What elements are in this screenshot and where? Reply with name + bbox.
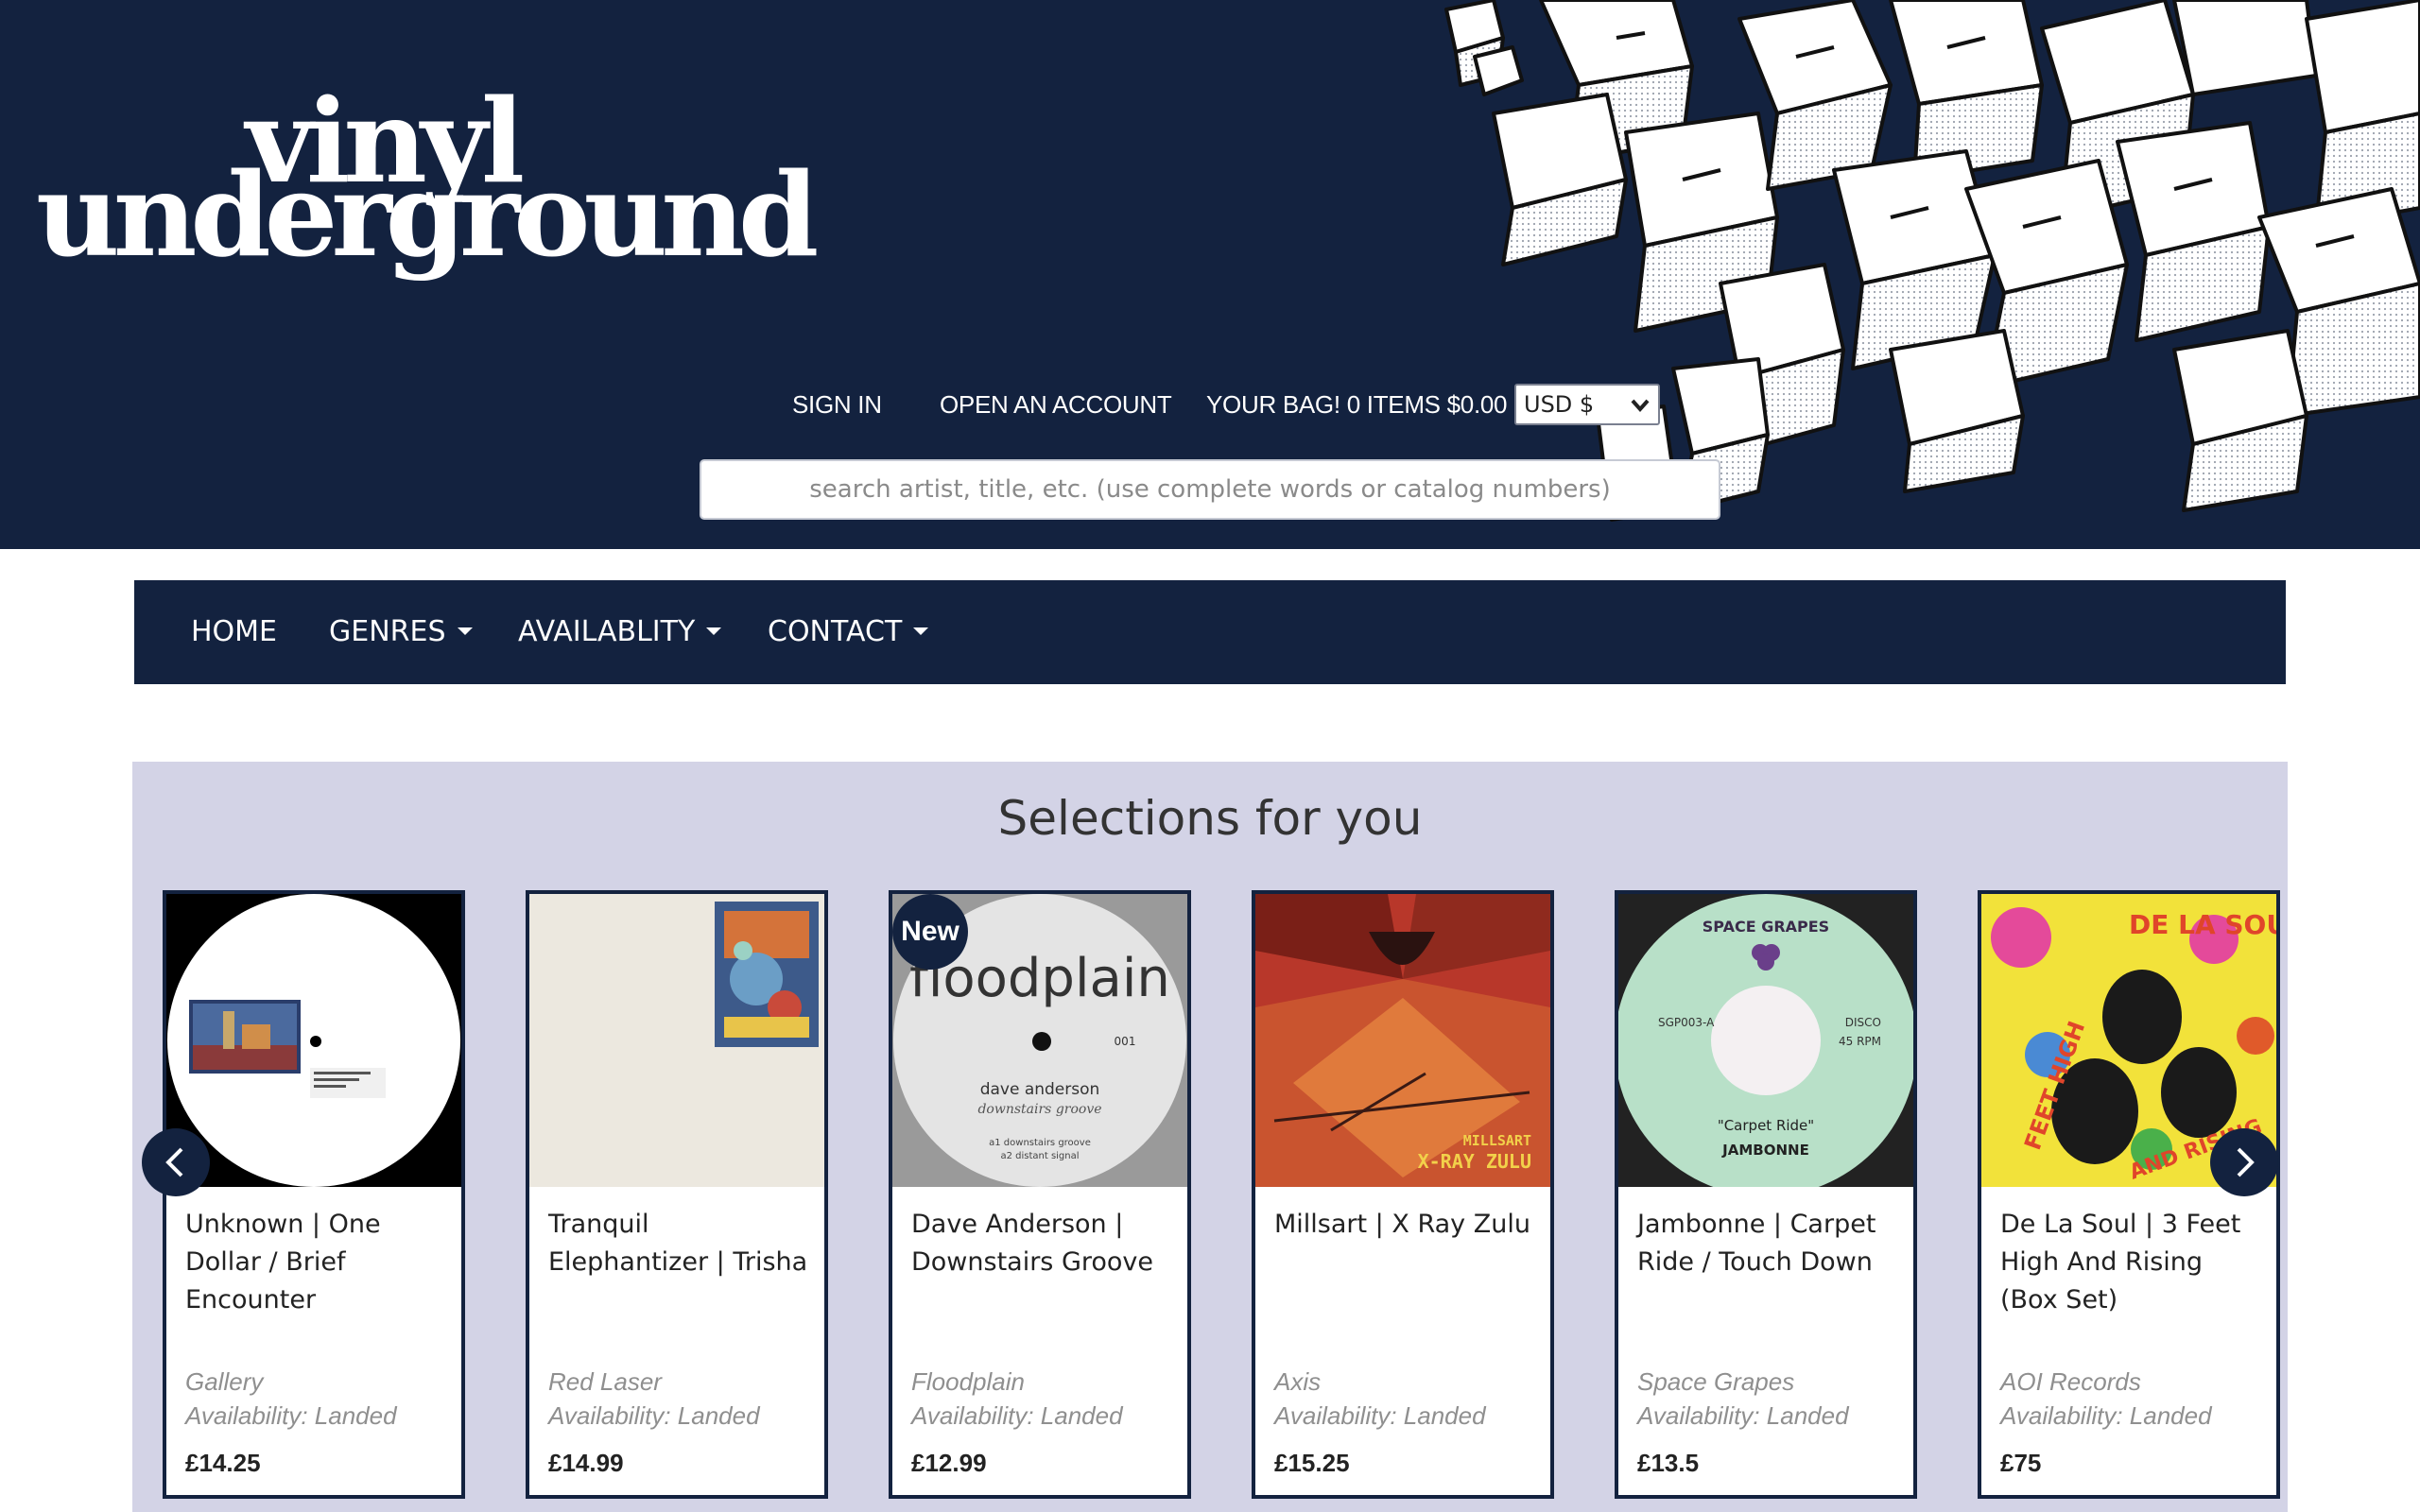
caret-down-icon: [457, 627, 473, 635]
product-title: Dave Anderson | Downstairs Groove: [911, 1210, 1154, 1277]
product-label: Space Grapes: [1637, 1367, 1795, 1396]
bag-link[interactable]: YOUR BAG! 0 ITEMS $0.00: [1206, 384, 1508, 425]
product-availability: Availability: Landed: [1274, 1401, 1486, 1430]
jambonne-disco: DISCO: [1845, 1016, 1881, 1029]
logo-word-underground: underground: [36, 146, 819, 283]
product-title: De La Soul | 3 Feet High And Rising (Box…: [2000, 1210, 2241, 1314]
millsart-text: MILLSART: [1463, 1132, 1531, 1149]
product-card[interactable]: MILLSART X-RAY ZULU Millsart | X Ray Zul…: [1252, 890, 1554, 1499]
jambonne-rpm: 45 RPM: [1839, 1035, 1881, 1048]
caret-down-icon: [913, 627, 929, 635]
caret-down-icon: [706, 627, 722, 635]
product-availability: Availability: Landed: [2000, 1401, 2212, 1430]
selections-carousel: Selections for you Unknown | One Dollar …: [132, 762, 2288, 1512]
product-title: Jambonne | Carpet Ride / Touch Down: [1637, 1210, 1876, 1277]
delasoul-title: DE LA SOUL: [2129, 909, 2276, 940]
carousel-prev-button[interactable]: [142, 1128, 210, 1196]
xrayzulu-text: X-RAY ZULU: [1418, 1150, 1531, 1173]
product-label: Floodplain: [911, 1367, 1025, 1396]
site-header: vinyl underground SIGN IN OPEN AN ACCOUN…: [0, 0, 2420, 549]
chevron-left-icon: [165, 1147, 183, 1177]
floodplain-track: downstairs groove: [977, 1102, 1101, 1117]
site-logo[interactable]: vinyl underground: [36, 83, 819, 291]
product-title: Millsart | X Ray Zulu: [1274, 1210, 1530, 1239]
cover-art: [529, 894, 824, 1187]
product-label: Red Laser: [548, 1367, 662, 1396]
floodplain-artist: dave anderson: [980, 1080, 1100, 1099]
product-availability: Availability: Landed: [911, 1401, 1123, 1430]
new-badge: New: [892, 894, 968, 970]
product-label: Axis: [1274, 1367, 1322, 1396]
product-label: AOI Records: [2000, 1367, 2141, 1396]
product-label: Gallery: [185, 1367, 264, 1396]
chevron-right-icon: [2237, 1147, 2255, 1177]
product-availability: Availability: Landed: [185, 1401, 397, 1430]
floodplain-catalog: 001: [1115, 1035, 1136, 1048]
nav-genres-label: GENRES: [329, 615, 446, 648]
search-input[interactable]: search artist, title, etc. (use complete…: [700, 459, 1720, 520]
floodplain-a2: a2 distant signal: [1000, 1151, 1079, 1161]
currency-select[interactable]: USD $: [1514, 384, 1660, 425]
product-title: Tranquil Elephantizer | Trisha: [548, 1210, 808, 1277]
jambonne-song: "Carpet Ride": [1718, 1117, 1814, 1134]
sign-in-link[interactable]: SIGN IN: [792, 384, 882, 425]
jambonne-catalog: SGP003-A: [1658, 1016, 1715, 1029]
jambonne-artist: JAMBONNE: [1721, 1142, 1809, 1159]
nav-contact[interactable]: CONTACT: [768, 580, 929, 684]
product-card[interactable]: New floodplain 001 dave anderson downsta…: [889, 890, 1191, 1499]
product-availability: Availability: Landed: [1637, 1401, 1849, 1430]
product-card[interactable]: Unknown | One Dollar / Brief Encounter G…: [163, 890, 465, 1499]
floodplain-a1: a1 downstairs groove: [989, 1138, 1091, 1148]
cover-art: [166, 894, 461, 1187]
product-title: Unknown | One Dollar / Brief Encounter: [185, 1210, 381, 1314]
product-card[interactable]: Tranquil Elephantizer | Trisha Red Laser…: [526, 890, 828, 1499]
product-card[interactable]: SPACE GRAPES SGP003-A DISCO 45 RPM "Carp…: [1615, 890, 1917, 1499]
currency-select-value: USD $: [1524, 391, 1595, 418]
product-price: £13.5: [1637, 1449, 1700, 1477]
main-navigation: HOME GENRES AVAILABLITY CONTACT: [134, 580, 2286, 684]
carousel-next-button[interactable]: [2210, 1128, 2278, 1196]
nav-home[interactable]: HOME: [191, 580, 277, 684]
product-price: £15.25: [1274, 1449, 1350, 1477]
nav-availability[interactable]: AVAILABLITY: [518, 580, 722, 684]
open-account-link[interactable]: OPEN AN ACCOUNT: [940, 384, 1172, 425]
product-price: £14.25: [185, 1449, 261, 1477]
nav-contact-label: CONTACT: [768, 615, 903, 648]
nav-home-label: HOME: [191, 615, 278, 648]
product-availability: Availability: Landed: [548, 1401, 760, 1430]
product-price: £75: [2000, 1449, 2042, 1477]
account-bar: SIGN IN OPEN AN ACCOUNT YOUR BAG! 0 ITEM…: [0, 384, 2420, 425]
cover-art: MILLSART X-RAY ZULU: [1255, 894, 1550, 1187]
nav-availability-label: AVAILABLITY: [518, 615, 696, 648]
nav-genres[interactable]: GENRES: [329, 580, 473, 684]
product-price: £12.99: [911, 1449, 987, 1477]
space-grapes-brand: SPACE GRAPES: [1703, 918, 1829, 936]
chevron-down-icon: [1631, 399, 1650, 413]
selections-title: Selections for you: [997, 791, 1423, 846]
cover-art: SPACE GRAPES SGP003-A DISCO 45 RPM "Carp…: [1618, 894, 1913, 1187]
product-price: £14.99: [548, 1449, 624, 1477]
